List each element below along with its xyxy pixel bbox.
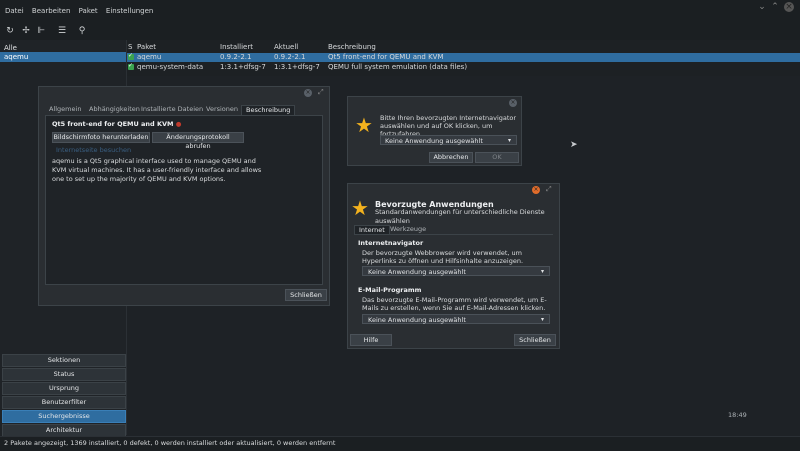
- menu-paket[interactable]: Paket: [76, 6, 101, 16]
- cell-installed: 1:3.1+dfsg-7: [220, 63, 266, 71]
- close-icon[interactable]: ×: [784, 2, 794, 12]
- search-icon[interactable]: ⚲: [76, 25, 88, 37]
- screenshot-button[interactable]: Bildschirmfoto herunterladen: [52, 132, 150, 143]
- ok-button[interactable]: OK: [475, 152, 519, 163]
- star-icon: ★: [351, 196, 369, 220]
- close-button[interactable]: Schließen: [514, 334, 556, 346]
- tab-versionen[interactable]: Versionen: [202, 105, 242, 114]
- table-row[interactable]: aqemu 0.9.2-2.1 0.9.2-2.1 Qt5 front-end …: [127, 52, 800, 62]
- email-heading: E-Mail-Programm: [358, 286, 422, 294]
- clock: 18:49: [728, 411, 747, 419]
- cancel-button[interactable]: Abbrechen: [429, 152, 473, 163]
- package-title: Qt5 front-end for QEMU and KVM ●: [52, 120, 181, 129]
- maximize-icon[interactable]: ⌃: [770, 2, 780, 12]
- close-icon[interactable]: ×: [304, 89, 312, 97]
- cell-desc: QEMU full system emulation (data files): [328, 63, 468, 71]
- tab-beschreibung[interactable]: Beschreibung: [241, 105, 296, 115]
- filter-item-selected[interactable]: aqemu: [0, 52, 126, 62]
- menubar: Datei Bearbeiten Paket Einstellungen ⌄ ⌃…: [0, 0, 800, 22]
- chevron-down-icon: ▾: [540, 268, 544, 275]
- changelog-button[interactable]: Änderungsprotokoll abrufen: [152, 132, 244, 150]
- internet-tab-content: Internetnavigator Der bevorzugte Webbrow…: [354, 234, 553, 331]
- cell-name: qemu-system-data: [137, 63, 204, 71]
- cell-current: 0.9.2-2.1: [274, 53, 306, 61]
- col-header-beschreibung[interactable]: Beschreibung: [328, 43, 376, 51]
- benutzerfilter-button[interactable]: Benutzerfilter: [2, 396, 126, 409]
- tab-allgemein[interactable]: Allgemein: [45, 105, 85, 114]
- cell-name: aqemu: [137, 53, 162, 61]
- apps-subtitle: Standardanwendungen für unterschiedliche…: [375, 208, 545, 225]
- filter-header: Alle: [4, 44, 17, 52]
- chevron-down-icon: ▾: [507, 137, 511, 144]
- filter-item-label: aqemu: [4, 53, 29, 61]
- ursprung-button[interactable]: Ursprung: [2, 382, 126, 395]
- col-header-installiert[interactable]: Installiert: [220, 43, 253, 51]
- browser-app-combo-value: Keine Anwendung ausgewählt: [368, 268, 466, 276]
- refresh-icon[interactable]: ↻: [4, 25, 16, 37]
- details-panel: × ⤢ Allgemein Abhängigkeiten Installiert…: [38, 86, 330, 306]
- close-icon[interactable]: ×: [509, 99, 517, 107]
- description-area: Qt5 front-end for QEMU and KVM ● Bildsch…: [45, 115, 323, 285]
- details-tabs: Allgemein Abhängigkeiten Installierte Da…: [45, 105, 321, 115]
- table-row[interactable]: qemu-system-data 1:3.1+dfsg-7 1:3.1+dfsg…: [127, 62, 800, 72]
- warning-icon: ●: [175, 120, 182, 128]
- tab-installierte-dateien[interactable]: Installierte Dateien: [137, 105, 207, 114]
- float-icon[interactable]: ⤢: [546, 185, 552, 194]
- email-app-combo-value: Keine Anwendung ausgewählt: [368, 316, 466, 324]
- cell-desc: Qt5 front-end for QEMU and KVM: [328, 53, 444, 61]
- help-button[interactable]: Hilfe: [350, 334, 392, 346]
- installed-check-icon: [128, 52, 134, 60]
- homepage-link[interactable]: Internetseite besuchen: [56, 146, 131, 155]
- menu-bearbeiten[interactable]: Bearbeiten: [29, 6, 73, 16]
- browser-combo-value: Keine Anwendung ausgewählt: [385, 137, 483, 145]
- sektionen-button[interactable]: Sektionen: [2, 354, 126, 367]
- col-header-paket[interactable]: Paket: [137, 43, 156, 51]
- browser-description: Der bevorzugte Webbrowser wird verwendet…: [362, 249, 524, 265]
- col-header-s[interactable]: S: [128, 43, 132, 51]
- email-app-combo[interactable]: Keine Anwendung ausgewählt ▾: [362, 314, 550, 324]
- status-text: 2 Pakete angezeigt, 1369 installiert, 0 …: [4, 439, 336, 447]
- browser-dialog: × ★ Bitte Ihren bevorzugten Internetnavi…: [347, 96, 522, 166]
- installed-check-icon: [128, 62, 134, 70]
- minimize-icon[interactable]: ⌄: [757, 2, 767, 12]
- menu-einstellungen[interactable]: Einstellungen: [103, 6, 156, 16]
- mark-upgrade-icon[interactable]: ✢: [20, 25, 32, 37]
- tree-icon[interactable]: ⊩: [35, 25, 47, 37]
- cell-current: 1:3.1+dfsg-7: [274, 63, 320, 71]
- cursor-icon: ➤: [570, 140, 578, 150]
- status-bar: 2 Pakete angezeigt, 1369 installiert, 0 …: [0, 436, 800, 451]
- menu-datei[interactable]: Datei: [2, 6, 27, 16]
- browser-combo[interactable]: Keine Anwendung ausgewählt ▾: [380, 135, 517, 145]
- description-text: aqemu is a Qt5 graphical interface used …: [52, 157, 262, 183]
- close-button[interactable]: Schließen: [285, 289, 327, 301]
- preferred-apps-dialog: × ⤢ ★ Bevorzugte Anwendungen Standardanw…: [347, 183, 560, 349]
- email-description: Das bevorzugte E-Mail-Programm wird verw…: [362, 296, 547, 312]
- suchergebnisse-button[interactable]: Suchergebnisse: [2, 410, 126, 423]
- chevron-down-icon: ▾: [540, 316, 544, 323]
- cell-installed: 0.9.2-2.1: [220, 53, 252, 61]
- package-table: S Paket Installiert Aktuell Beschreibung…: [127, 40, 800, 76]
- float-icon[interactable]: ⤢: [318, 88, 324, 97]
- close-icon[interactable]: ×: [532, 186, 540, 194]
- tab-werkzeuge[interactable]: Werkzeuge: [386, 225, 430, 234]
- menu-icon[interactable]: ☰: [56, 25, 68, 37]
- toolbar: ↻ ✢ ⊩ ☰ ⚲: [0, 22, 800, 40]
- browser-heading: Internetnavigator: [358, 239, 424, 247]
- tab-abhaengigkeiten[interactable]: Abhängigkeiten: [85, 105, 144, 114]
- star-icon: ★: [355, 113, 373, 137]
- status-button[interactable]: Status: [2, 368, 126, 381]
- package-title-text: Qt5 front-end for QEMU and KVM: [52, 120, 174, 128]
- browser-app-combo[interactable]: Keine Anwendung ausgewählt ▾: [362, 266, 550, 276]
- col-header-aktuell[interactable]: Aktuell: [274, 43, 298, 51]
